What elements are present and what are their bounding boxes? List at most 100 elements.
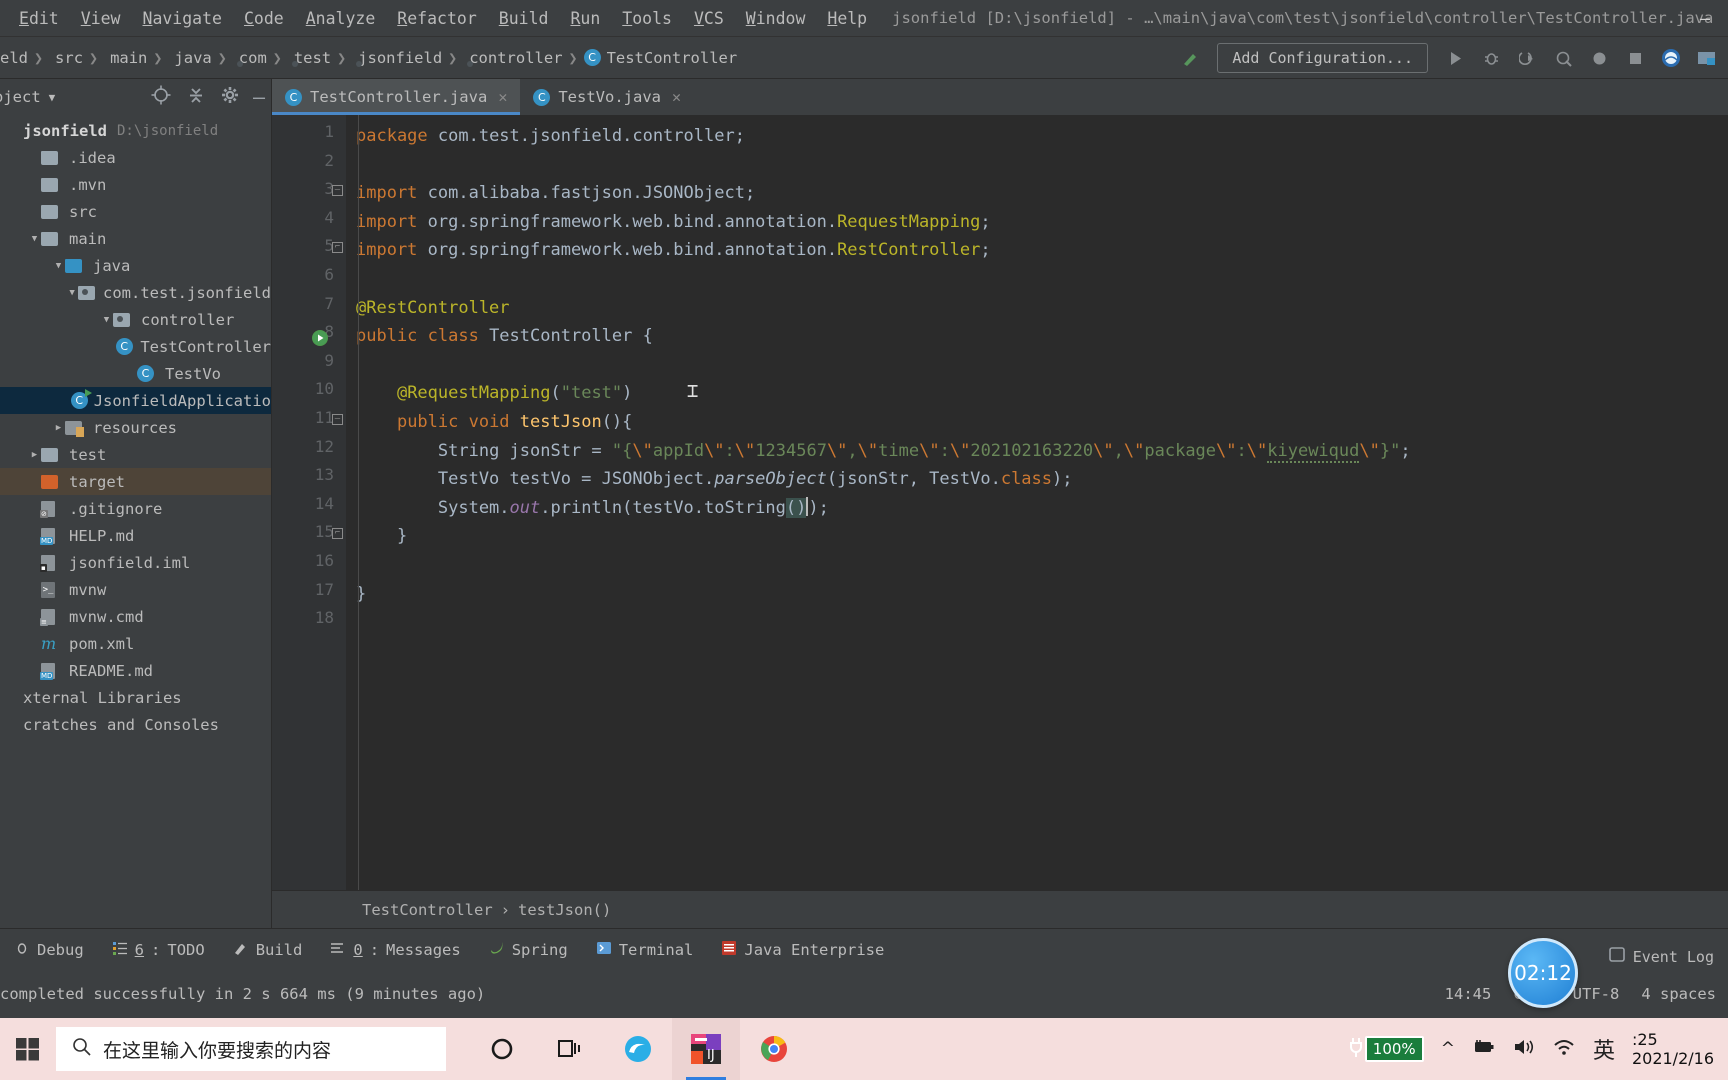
settings-gear-icon[interactable]: [220, 85, 240, 109]
tool-window-button-terminal[interactable]: Terminal: [582, 940, 708, 960]
event-log-button[interactable]: Event Log: [1608, 946, 1714, 968]
code-line[interactable]: import com.alibaba.fastjson.JSONObject;: [356, 179, 755, 208]
status-encoding[interactable]: UTF-8: [1573, 985, 1620, 1003]
close-icon[interactable]: ✕: [498, 88, 507, 106]
code-fold-icon[interactable]: –: [332, 414, 343, 425]
add-configuration-button[interactable]: Add Configuration...: [1217, 43, 1428, 73]
search-everywhere-icon[interactable]: [1654, 43, 1688, 73]
battery-status[interactable]: 100%: [1347, 1036, 1424, 1062]
status-indent[interactable]: 4 spaces: [1641, 985, 1716, 1003]
tool-window-button-debug[interactable]: Debug: [0, 940, 98, 960]
taskbar-search-input[interactable]: 在这里输入你要搜索的内容: [56, 1027, 446, 1071]
tree-item-readme-md[interactable]: MD README.md: [0, 657, 271, 684]
tree-item-com-test-jsonfield[interactable]: ▼ com.test.jsonfield: [0, 279, 271, 306]
breadcrumb-method[interactable]: testJson(): [518, 901, 611, 919]
tree-item-resources[interactable]: ▶ resources: [0, 414, 271, 441]
build-hammer-icon[interactable]: [1173, 43, 1207, 73]
tree-item-test[interactable]: ▶ test: [0, 441, 271, 468]
breadcrumb-item-jsonfield[interactable]: jsonfield: [352, 49, 442, 67]
menu-run[interactable]: Run: [559, 6, 611, 31]
code-line[interactable]: package com.test.jsonfield.controller;: [356, 122, 745, 151]
tree-item-testvo[interactable]: C TestVo: [0, 360, 271, 387]
chrome-icon[interactable]: [740, 1018, 808, 1080]
chevron-down-icon[interactable]: ▼: [49, 91, 56, 104]
tree-item--idea[interactable]: .idea: [0, 144, 271, 171]
tree-item-cratches-and-consoles[interactable]: cratches and Consoles: [0, 711, 271, 738]
show-hidden-icons-chevron[interactable]: ^: [1441, 1039, 1455, 1059]
ime-indicator[interactable]: 英: [1593, 1033, 1615, 1065]
tree-item-jsonfieldapplicatio[interactable]: C JsonfieldApplicatio: [0, 387, 271, 414]
tree-expander-icon[interactable]: ▶: [52, 423, 65, 433]
menu-navigate[interactable]: Navigate: [132, 6, 233, 31]
code-line[interactable]: import org.springframework.web.bind.anno…: [356, 208, 991, 237]
profile-icon[interactable]: [1546, 43, 1580, 73]
tree-item-mvnw-cmd[interactable]: ≡ mvnw.cmd: [0, 603, 271, 630]
code-line[interactable]: TestVo testVo = JSONObject.parseObject(j…: [356, 465, 1073, 494]
run-class-gutter-icon[interactable]: [312, 330, 328, 346]
code-fold-icon[interactable]: –: [332, 185, 343, 197]
tree-expander-icon[interactable]: ▶: [28, 450, 41, 460]
breadcrumb-item-testcontroller[interactable]: C TestController: [583, 49, 737, 67]
tool-window-button-todo[interactable]: 6: TODO: [98, 940, 219, 960]
code-content[interactable]: package com.test.jsonfield.controller; im…: [332, 115, 1728, 890]
code-editor[interactable]: 1 2 3 4 5 6 7 8 9 10 11 12 13 14 15 16 17 18 package com.…: [272, 115, 1728, 890]
task-view-icon[interactable]: [536, 1018, 604, 1080]
tree-item-main[interactable]: ▼ main: [0, 225, 271, 252]
tree-item-mvnw[interactable]: >_ mvnw: [0, 576, 271, 603]
intellij-idea-icon[interactable]: IJ: [672, 1018, 740, 1080]
code-line[interactable]: public void testJson(){: [356, 408, 632, 437]
menu-edit[interactable]: Edit: [8, 6, 70, 31]
code-line[interactable]: String jsonStr = "{\"appId\":\"1234567\"…: [356, 437, 1411, 466]
breadcrumb-item-com[interactable]: com: [233, 49, 267, 67]
menu-analyze[interactable]: Analyze: [295, 6, 387, 31]
code-line[interactable]: @RequestMapping("test"): [356, 379, 632, 408]
tree-item-controller[interactable]: ▼ controller: [0, 306, 271, 333]
menu-view[interactable]: View: [70, 6, 132, 31]
start-button[interactable]: [0, 1018, 56, 1080]
code-fold-icon[interactable]: ⌐: [332, 528, 343, 540]
edge-icon[interactable]: [604, 1018, 672, 1080]
tree-item-testcontroller[interactable]: C TestController: [0, 333, 271, 360]
breadcrumb-item-controller[interactable]: controller: [463, 49, 562, 67]
menu-build[interactable]: Build: [488, 6, 560, 31]
tree-expander-icon[interactable]: ▼: [52, 261, 65, 271]
menu-code[interactable]: Code: [233, 6, 295, 31]
tool-window-button-build[interactable]: Build: [219, 940, 317, 960]
menu-help[interactable]: Help: [816, 6, 878, 31]
menu-window[interactable]: Window: [735, 6, 817, 31]
code-fold-icon[interactable]: ⌐: [332, 242, 343, 254]
tree-item-jsonfield-iml[interactable]: ▪ jsonfield.iml: [0, 549, 271, 576]
breadcrumb-item-test[interactable]: test: [288, 49, 331, 67]
tool-window-button-messages[interactable]: 0: Messages: [316, 940, 474, 960]
run-coverage-icon[interactable]: [1510, 43, 1544, 73]
stop-icon[interactable]: [1618, 43, 1652, 73]
breadcrumb-item-eld[interactable]: eld: [0, 49, 28, 67]
tree-item--mvn[interactable]: .mvn: [0, 171, 271, 198]
menu-refactor[interactable]: Refactor: [386, 6, 487, 31]
tree-item-pom-xml[interactable]: m pom.xml: [0, 630, 271, 657]
tree-item-xternal-libraries[interactable]: xternal Libraries: [0, 684, 271, 711]
breadcrumb-item-java[interactable]: java: [168, 49, 211, 67]
close-icon[interactable]: ✕: [672, 88, 681, 106]
breadcrumb-item-src[interactable]: src: [49, 49, 83, 67]
volume-icon[interactable]: [1513, 1037, 1535, 1061]
menu-vcs[interactable]: VCS: [683, 6, 735, 31]
code-line[interactable]: public class TestController {: [356, 322, 653, 351]
locate-icon[interactable]: [150, 84, 172, 110]
tool-window-button-java-enterprise[interactable]: Java Enterprise: [707, 940, 898, 960]
project-structure-icon[interactable]: [1690, 43, 1724, 73]
editor-gutter[interactable]: 1 2 3 4 5 6 7 8 9 10 11 12 13 14 15 16 17 18: [272, 115, 346, 890]
wifi-icon[interactable]: [1552, 1037, 1576, 1061]
code-line[interactable]: System.out.println(testVo.toString());: [356, 494, 829, 523]
tree-item-src[interactable]: src: [0, 198, 271, 225]
tree-item--gitignore[interactable]: ⊘ .gitignore: [0, 495, 271, 522]
editor-tab-testvo-java[interactable]: C TestVo.java ✕: [520, 79, 694, 115]
breadcrumb-item-main[interactable]: main: [104, 49, 147, 67]
tree-item-help-md[interactable]: MD HELP.md: [0, 522, 271, 549]
breadcrumb-class[interactable]: TestController: [362, 901, 493, 919]
run-icon[interactable]: [1438, 43, 1472, 73]
collapse-all-icon[interactable]: [185, 84, 207, 110]
cortana-icon[interactable]: [468, 1018, 536, 1080]
tree-item-java[interactable]: ▼ java: [0, 252, 271, 279]
tree-item-jsonfield[interactable]: jsonfield D:\jsonfield: [0, 117, 271, 144]
